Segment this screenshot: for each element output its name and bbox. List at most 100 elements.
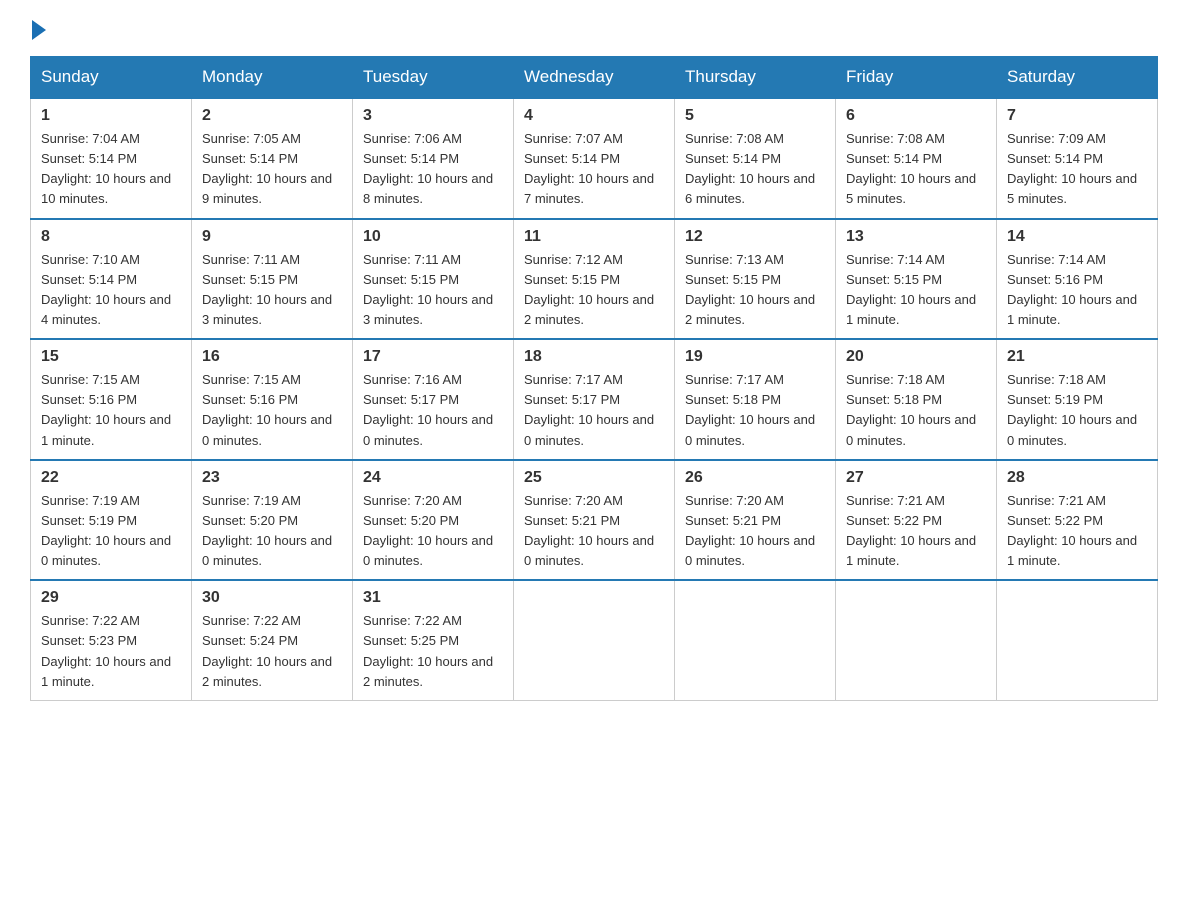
day-number: 31: [363, 589, 503, 607]
calendar-header-saturday: Saturday: [997, 57, 1158, 99]
calendar-cell: 14 Sunrise: 7:14 AMSunset: 5:16 PMDaylig…: [997, 219, 1158, 340]
calendar-cell: 28 Sunrise: 7:21 AMSunset: 5:22 PMDaylig…: [997, 460, 1158, 581]
calendar-cell: 5 Sunrise: 7:08 AMSunset: 5:14 PMDayligh…: [675, 98, 836, 219]
calendar-cell: 18 Sunrise: 7:17 AMSunset: 5:17 PMDaylig…: [514, 339, 675, 460]
day-info: Sunrise: 7:21 AMSunset: 5:22 PMDaylight:…: [846, 493, 976, 568]
calendar-cell: 7 Sunrise: 7:09 AMSunset: 5:14 PMDayligh…: [997, 98, 1158, 219]
day-info: Sunrise: 7:21 AMSunset: 5:22 PMDaylight:…: [1007, 493, 1137, 568]
day-info: Sunrise: 7:07 AMSunset: 5:14 PMDaylight:…: [524, 131, 654, 206]
calendar-cell: 17 Sunrise: 7:16 AMSunset: 5:17 PMDaylig…: [353, 339, 514, 460]
calendar-cell: 31 Sunrise: 7:22 AMSunset: 5:25 PMDaylig…: [353, 580, 514, 700]
day-number: 19: [685, 348, 825, 366]
calendar-cell: [836, 580, 997, 700]
day-number: 13: [846, 228, 986, 246]
calendar-header-monday: Monday: [192, 57, 353, 99]
calendar-table: SundayMondayTuesdayWednesdayThursdayFrid…: [30, 56, 1158, 701]
day-info: Sunrise: 7:04 AMSunset: 5:14 PMDaylight:…: [41, 131, 171, 206]
day-info: Sunrise: 7:17 AMSunset: 5:18 PMDaylight:…: [685, 372, 815, 447]
calendar-week-row: 1 Sunrise: 7:04 AMSunset: 5:14 PMDayligh…: [31, 98, 1158, 219]
calendar-header-row: SundayMondayTuesdayWednesdayThursdayFrid…: [31, 57, 1158, 99]
day-info: Sunrise: 7:09 AMSunset: 5:14 PMDaylight:…: [1007, 131, 1137, 206]
day-number: 6: [846, 107, 986, 125]
day-number: 20: [846, 348, 986, 366]
calendar-header-friday: Friday: [836, 57, 997, 99]
calendar-cell: 15 Sunrise: 7:15 AMSunset: 5:16 PMDaylig…: [31, 339, 192, 460]
calendar-cell: 20 Sunrise: 7:18 AMSunset: 5:18 PMDaylig…: [836, 339, 997, 460]
calendar-cell: 3 Sunrise: 7:06 AMSunset: 5:14 PMDayligh…: [353, 98, 514, 219]
day-info: Sunrise: 7:16 AMSunset: 5:17 PMDaylight:…: [363, 372, 493, 447]
day-number: 8: [41, 228, 181, 246]
logo: [30, 20, 46, 36]
day-info: Sunrise: 7:22 AMSunset: 5:23 PMDaylight:…: [41, 613, 171, 688]
calendar-week-row: 22 Sunrise: 7:19 AMSunset: 5:19 PMDaylig…: [31, 460, 1158, 581]
calendar-week-row: 29 Sunrise: 7:22 AMSunset: 5:23 PMDaylig…: [31, 580, 1158, 700]
day-number: 24: [363, 469, 503, 487]
day-number: 29: [41, 589, 181, 607]
calendar-cell: 9 Sunrise: 7:11 AMSunset: 5:15 PMDayligh…: [192, 219, 353, 340]
calendar-cell: 4 Sunrise: 7:07 AMSunset: 5:14 PMDayligh…: [514, 98, 675, 219]
calendar-cell: 19 Sunrise: 7:17 AMSunset: 5:18 PMDaylig…: [675, 339, 836, 460]
day-info: Sunrise: 7:18 AMSunset: 5:19 PMDaylight:…: [1007, 372, 1137, 447]
day-info: Sunrise: 7:06 AMSunset: 5:14 PMDaylight:…: [363, 131, 493, 206]
day-number: 15: [41, 348, 181, 366]
calendar-cell: 11 Sunrise: 7:12 AMSunset: 5:15 PMDaylig…: [514, 219, 675, 340]
day-info: Sunrise: 7:05 AMSunset: 5:14 PMDaylight:…: [202, 131, 332, 206]
calendar-header-wednesday: Wednesday: [514, 57, 675, 99]
calendar-cell: 23 Sunrise: 7:19 AMSunset: 5:20 PMDaylig…: [192, 460, 353, 581]
day-info: Sunrise: 7:13 AMSunset: 5:15 PMDaylight:…: [685, 252, 815, 327]
day-number: 30: [202, 589, 342, 607]
day-info: Sunrise: 7:20 AMSunset: 5:20 PMDaylight:…: [363, 493, 493, 568]
logo-arrow-icon: [32, 20, 46, 40]
calendar-cell: [997, 580, 1158, 700]
day-info: Sunrise: 7:22 AMSunset: 5:24 PMDaylight:…: [202, 613, 332, 688]
day-number: 10: [363, 228, 503, 246]
day-info: Sunrise: 7:08 AMSunset: 5:14 PMDaylight:…: [685, 131, 815, 206]
calendar-cell: 10 Sunrise: 7:11 AMSunset: 5:15 PMDaylig…: [353, 219, 514, 340]
calendar-cell: 8 Sunrise: 7:10 AMSunset: 5:14 PMDayligh…: [31, 219, 192, 340]
day-number: 23: [202, 469, 342, 487]
day-number: 12: [685, 228, 825, 246]
day-number: 26: [685, 469, 825, 487]
day-info: Sunrise: 7:14 AMSunset: 5:15 PMDaylight:…: [846, 252, 976, 327]
calendar-cell: [675, 580, 836, 700]
day-info: Sunrise: 7:20 AMSunset: 5:21 PMDaylight:…: [524, 493, 654, 568]
calendar-header-sunday: Sunday: [31, 57, 192, 99]
day-info: Sunrise: 7:19 AMSunset: 5:20 PMDaylight:…: [202, 493, 332, 568]
day-number: 3: [363, 107, 503, 125]
day-info: Sunrise: 7:15 AMSunset: 5:16 PMDaylight:…: [202, 372, 332, 447]
calendar-cell: 13 Sunrise: 7:14 AMSunset: 5:15 PMDaylig…: [836, 219, 997, 340]
day-info: Sunrise: 7:10 AMSunset: 5:14 PMDaylight:…: [41, 252, 171, 327]
day-number: 11: [524, 228, 664, 246]
day-info: Sunrise: 7:22 AMSunset: 5:25 PMDaylight:…: [363, 613, 493, 688]
calendar-week-row: 8 Sunrise: 7:10 AMSunset: 5:14 PMDayligh…: [31, 219, 1158, 340]
calendar-cell: 29 Sunrise: 7:22 AMSunset: 5:23 PMDaylig…: [31, 580, 192, 700]
calendar-cell: 30 Sunrise: 7:22 AMSunset: 5:24 PMDaylig…: [192, 580, 353, 700]
day-info: Sunrise: 7:18 AMSunset: 5:18 PMDaylight:…: [846, 372, 976, 447]
calendar-cell: 26 Sunrise: 7:20 AMSunset: 5:21 PMDaylig…: [675, 460, 836, 581]
day-number: 18: [524, 348, 664, 366]
calendar-header-tuesday: Tuesday: [353, 57, 514, 99]
calendar-cell: 16 Sunrise: 7:15 AMSunset: 5:16 PMDaylig…: [192, 339, 353, 460]
calendar-cell: 27 Sunrise: 7:21 AMSunset: 5:22 PMDaylig…: [836, 460, 997, 581]
day-info: Sunrise: 7:11 AMSunset: 5:15 PMDaylight:…: [363, 252, 493, 327]
day-info: Sunrise: 7:11 AMSunset: 5:15 PMDaylight:…: [202, 252, 332, 327]
day-number: 27: [846, 469, 986, 487]
day-info: Sunrise: 7:20 AMSunset: 5:21 PMDaylight:…: [685, 493, 815, 568]
calendar-cell: 6 Sunrise: 7:08 AMSunset: 5:14 PMDayligh…: [836, 98, 997, 219]
day-number: 16: [202, 348, 342, 366]
calendar-cell: 22 Sunrise: 7:19 AMSunset: 5:19 PMDaylig…: [31, 460, 192, 581]
calendar-week-row: 15 Sunrise: 7:15 AMSunset: 5:16 PMDaylig…: [31, 339, 1158, 460]
day-number: 14: [1007, 228, 1147, 246]
day-number: 17: [363, 348, 503, 366]
day-number: 7: [1007, 107, 1147, 125]
day-number: 22: [41, 469, 181, 487]
calendar-cell: 12 Sunrise: 7:13 AMSunset: 5:15 PMDaylig…: [675, 219, 836, 340]
day-info: Sunrise: 7:14 AMSunset: 5:16 PMDaylight:…: [1007, 252, 1137, 327]
day-info: Sunrise: 7:08 AMSunset: 5:14 PMDaylight:…: [846, 131, 976, 206]
calendar-cell: 24 Sunrise: 7:20 AMSunset: 5:20 PMDaylig…: [353, 460, 514, 581]
header: [30, 20, 1158, 36]
day-number: 28: [1007, 469, 1147, 487]
calendar-cell: 21 Sunrise: 7:18 AMSunset: 5:19 PMDaylig…: [997, 339, 1158, 460]
day-number: 4: [524, 107, 664, 125]
calendar-header-thursday: Thursday: [675, 57, 836, 99]
